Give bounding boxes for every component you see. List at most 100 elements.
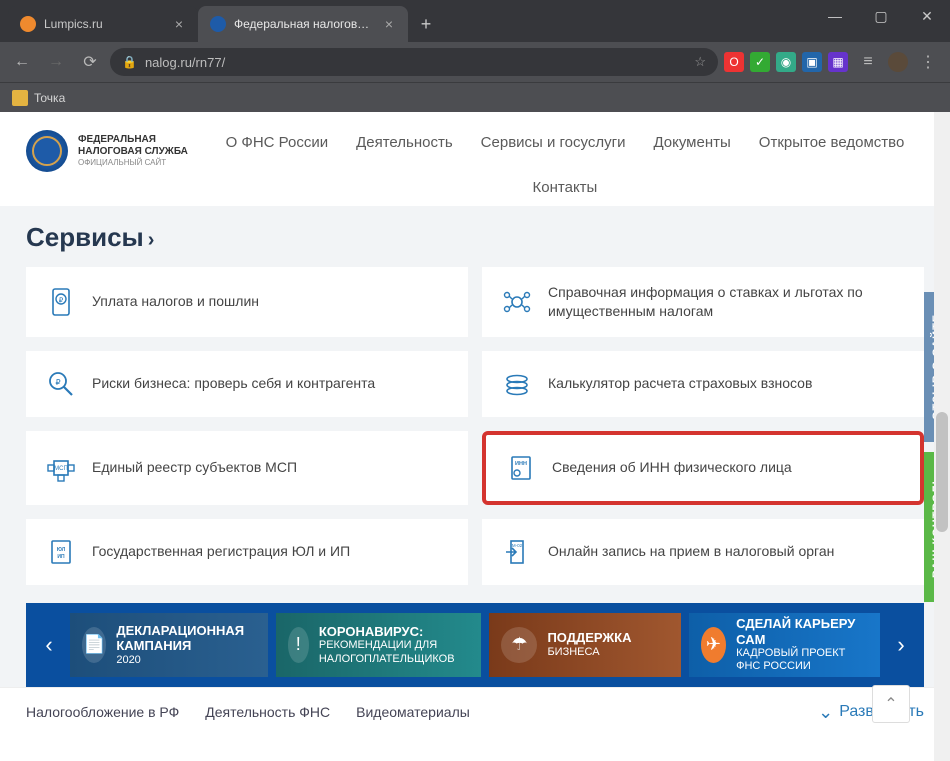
card-label: Риски бизнеса: проверь себя и контрагент… [92, 374, 375, 393]
card-label: Онлайн запись на прием в налоговый орган [548, 542, 834, 561]
svg-text:ИП: ИП [57, 554, 65, 560]
footer-link-tax[interactable]: Налогообложение в РФ [26, 704, 179, 720]
svg-text:МСП: МСП [54, 466, 68, 472]
tab-title: Lumpics.ru [44, 17, 164, 31]
carousel-prev-button[interactable]: ‹ [36, 613, 62, 677]
favicon-icon [20, 16, 36, 32]
site-header: ФЕДЕРАЛЬНАЯ НАЛОГОВАЯ СЛУЖБА ОФИЦИАЛЬНЫЙ… [0, 112, 950, 206]
address-bar: ← → ⟳ 🔒 nalog.ru/rn77/ ☆ O ✓ ◉ ▣ ▦ ≡ ⋮ [0, 42, 950, 82]
url-text: nalog.ru/rn77/ [145, 55, 225, 70]
card-inn-info[interactable]: ИНН Сведения об ИНН физического лица [482, 431, 924, 505]
reg-doc-icon: ЮЛИП [44, 535, 78, 569]
card-pay-taxes[interactable]: ₽ Уплата налогов и пошлин [26, 267, 468, 337]
forward-button[interactable]: → [42, 48, 70, 76]
footer-link-activity[interactable]: Деятельность ФНС [205, 704, 330, 720]
maximize-button[interactable]: ▢ [858, 0, 904, 32]
services-grid: ₽ Уплата налогов и пошлин Справочная инф… [26, 267, 924, 585]
svg-text:М-02: М-02 [512, 543, 523, 548]
footer: Налогообложение в РФ Деятельность ФНС Ви… [0, 687, 950, 737]
coins-icon [500, 367, 534, 401]
banner-support[interactable]: ☂ ПОДДЕРЖКАБИЗНЕСА [489, 613, 680, 677]
folder-icon [12, 90, 28, 106]
star-icon[interactable]: ☆ [694, 54, 706, 70]
svg-text:₽: ₽ [59, 296, 64, 304]
avatar-icon[interactable] [888, 52, 908, 72]
ext-icon[interactable]: ✓ [750, 52, 770, 72]
ext-icon[interactable]: ◉ [776, 52, 796, 72]
close-window-button[interactable]: ✕ [904, 0, 950, 32]
card-label: Единый реестр субъектов МСП [92, 458, 297, 477]
reading-list-icon[interactable]: ≡ [854, 48, 882, 76]
lock-icon: 🔒 [122, 55, 137, 69]
banner-carousel: ‹ 📄 ДЕКЛАРАЦИОННАЯ КАМПАНИЯ2020 ! КОРОНА… [26, 603, 924, 687]
card-msp-registry[interactable]: МСП Единый реестр субъектов МСП [26, 431, 468, 505]
nav-services[interactable]: Сервисы и госуслуги [481, 134, 626, 151]
inn-doc-icon: ИНН [504, 451, 538, 485]
bookmarks-bar: Точка [0, 82, 950, 112]
svg-text:ИНН: ИНН [515, 461, 527, 467]
bookmark-label: Точка [34, 91, 65, 105]
new-tab-button[interactable]: + [412, 10, 440, 38]
close-icon[interactable]: × [172, 17, 186, 31]
nav-about[interactable]: О ФНС России [226, 134, 329, 151]
logo-emblem-icon [26, 130, 68, 172]
card-calculator[interactable]: Калькулятор расчета страховых взносов [482, 351, 924, 417]
minimize-button[interactable]: — [812, 0, 858, 32]
svg-text:₽: ₽ [55, 378, 60, 387]
nav-contacts[interactable]: Контакты [533, 179, 598, 196]
svg-text:ЮЛ: ЮЛ [57, 547, 66, 553]
nav-open[interactable]: Открытое ведомство [759, 134, 905, 151]
page-content: ФЕДЕРАЛЬНАЯ НАЛОГОВАЯ СЛУЖБА ОФИЦИАЛЬНЫЙ… [0, 112, 950, 761]
vertical-scrollbar[interactable] [934, 112, 950, 761]
banner-text: ПОДДЕРЖКАБИЗНЕСА [547, 630, 631, 659]
banner-declaration[interactable]: 📄 ДЕКЛАРАЦИОННАЯ КАМПАНИЯ2020 [70, 613, 268, 677]
card-label: Уплата налогов и пошлин [92, 292, 259, 311]
tab-nalog[interactable]: Федеральная налоговая служба × [198, 6, 408, 42]
door-icon: М-02 [500, 535, 534, 569]
banner-career[interactable]: ✈ СДЕЛАЙ КАРЬЕРУ САМКАДРОВЫЙ ПРОЕКТ ФНС … [689, 613, 880, 677]
card-registration[interactable]: ЮЛИП Государственная регистрация ЮЛ и ИП [26, 519, 468, 585]
umbrella-icon: ☂ [501, 627, 537, 663]
chevron-down-icon: ⌄ [818, 702, 833, 723]
bookmark-item[interactable]: Точка [12, 90, 65, 106]
main-content: Сервисы› ₽ Уплата налогов и пошлин Справ… [0, 206, 950, 687]
ext-icon[interactable]: ▦ [828, 52, 848, 72]
banner-text: КОРОНАВИРУС:РЕКОМЕНДАЦИИ ДЛЯ НАЛОГОПЛАТЕ… [319, 624, 470, 666]
card-label: Государственная регистрация ЮЛ и ИП [92, 542, 350, 561]
site-logo[interactable]: ФЕДЕРАЛЬНАЯ НАЛОГОВАЯ СЛУЖБА ОФИЦИАЛЬНЫЙ… [26, 130, 188, 172]
scroll-top-button[interactable]: ⌃ [872, 685, 910, 723]
back-button[interactable]: ← [8, 48, 36, 76]
tab-lumpics[interactable]: Lumpics.ru × [8, 6, 198, 42]
card-rate-info[interactable]: Справочная информация о ставках и льгота… [482, 267, 924, 337]
reload-button[interactable]: ⟳ [76, 48, 104, 76]
close-icon[interactable]: × [382, 17, 396, 31]
footer-link-video[interactable]: Видеоматериалы [356, 704, 470, 720]
tab-strip: Lumpics.ru × Федеральная налоговая служб… [8, 6, 444, 42]
alert-icon: ! [288, 627, 309, 663]
ext-icon[interactable]: O [724, 52, 744, 72]
phone-ruble-icon: ₽ [44, 285, 78, 319]
document-icon: 📄 [82, 627, 106, 663]
rocket-icon: ✈ [701, 627, 726, 663]
info-network-icon [500, 285, 534, 319]
menu-button[interactable]: ⋮ [914, 48, 942, 76]
card-label: Сведения об ИНН физического лица [552, 458, 792, 477]
ext-icon[interactable]: ▣ [802, 52, 822, 72]
card-label: Калькулятор расчета страховых взносов [548, 374, 812, 393]
extensions: O ✓ ◉ ▣ ▦ ≡ ⋮ [724, 48, 942, 76]
nav-activity[interactable]: Деятельность [356, 134, 453, 151]
main-nav: О ФНС России Деятельность Сервисы и госу… [206, 130, 924, 196]
carousel-next-button[interactable]: › [888, 613, 914, 677]
tab-title: Федеральная налоговая служба [234, 17, 374, 31]
url-input[interactable]: 🔒 nalog.ru/rn77/ ☆ [110, 48, 718, 76]
favicon-icon [210, 16, 226, 32]
scrollbar-thumb[interactable] [936, 412, 948, 532]
banner-covid[interactable]: ! КОРОНАВИРУС:РЕКОМЕНДАЦИИ ДЛЯ НАЛОГОПЛА… [276, 613, 482, 677]
logo-text: ФЕДЕРАЛЬНАЯ НАЛОГОВАЯ СЛУЖБА ОФИЦИАЛЬНЫЙ… [78, 134, 188, 168]
section-title[interactable]: Сервисы› [26, 222, 924, 253]
card-business-risks[interactable]: ₽ Риски бизнеса: проверь себя и контраге… [26, 351, 468, 417]
banner-text: СДЕЛАЙ КАРЬЕРУ САМКАДРОВЫЙ ПРОЕКТ ФНС РО… [736, 616, 868, 674]
window-controls: — ▢ ✕ [812, 0, 950, 32]
nav-documents[interactable]: Документы [653, 134, 730, 151]
card-online-appointment[interactable]: М-02 Онлайн запись на прием в налоговый … [482, 519, 924, 585]
